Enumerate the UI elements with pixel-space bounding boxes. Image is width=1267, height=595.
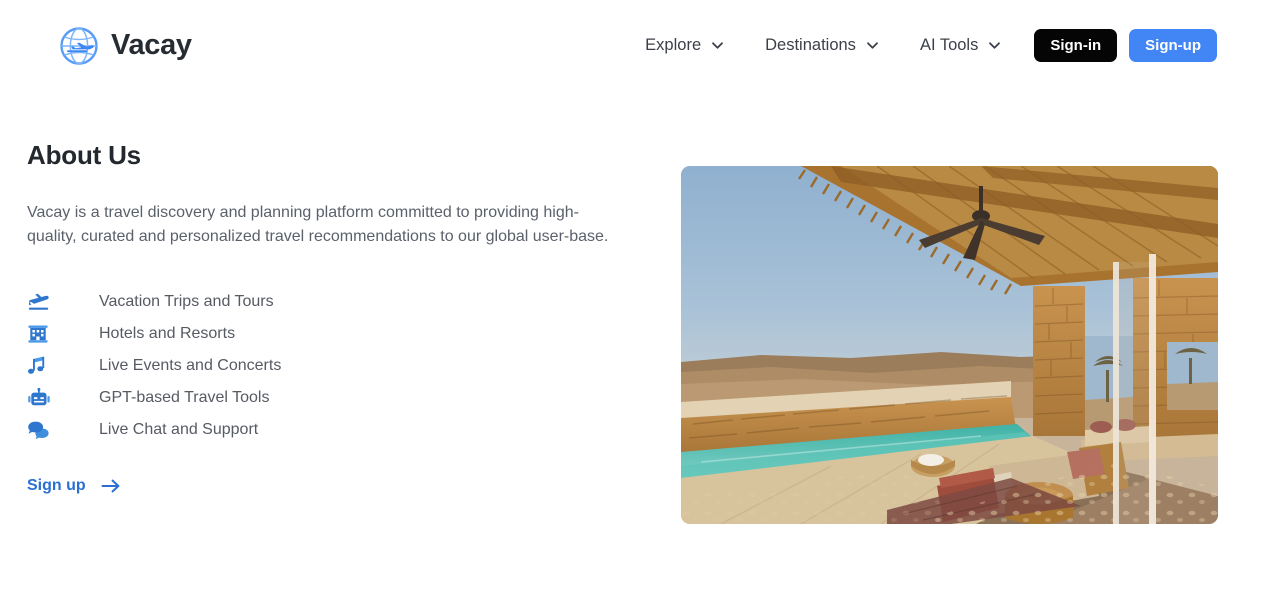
nav-item-label: Explore	[645, 36, 702, 54]
auth-actions: Sign-in Sign-up	[1034, 29, 1217, 62]
feature-label: Live Chat and Support	[99, 421, 259, 438]
feature-label: GPT-based Travel Tools	[99, 389, 270, 406]
about-us-page: Vacay Explore Destinations AI Tools Sign…	[0, 0, 1267, 595]
plane-departure-icon	[28, 292, 54, 312]
main-content: About Us Vacay is a travel discovery and…	[0, 91, 1267, 595]
nav-item-ai-tools[interactable]: AI Tools	[900, 28, 1022, 63]
nav-item-explore[interactable]: Explore	[625, 28, 745, 63]
list-item: GPT-based Travel Tools	[27, 382, 627, 414]
nav-item-label: Destinations	[765, 36, 856, 54]
features-list: Vacation Trips and Tours Hotels and Reso…	[27, 286, 627, 446]
about-description: Vacay is a travel discovery and planning…	[27, 204, 609, 245]
chevron-down-icon	[710, 38, 725, 53]
sign-in-button[interactable]: Sign-in	[1034, 29, 1118, 62]
music-note-icon	[28, 356, 54, 376]
feature-label: Hotels and Resorts	[99, 325, 236, 342]
brand-name: Vacay	[111, 29, 192, 61]
main-navigation: Explore Destinations AI Tools	[625, 28, 1022, 63]
feature-label: Live Events and Concerts	[99, 357, 282, 374]
hero-image	[681, 166, 1218, 524]
chevron-down-icon	[865, 38, 880, 53]
feature-label: Vacation Trips and Tours	[99, 293, 274, 310]
hotel-building-icon	[28, 324, 54, 344]
sign-up-button[interactable]: Sign-up	[1129, 29, 1217, 62]
list-item: Live Chat and Support	[27, 414, 627, 446]
nav-item-destinations[interactable]: Destinations	[745, 28, 900, 63]
list-item: Live Events and Concerts	[27, 350, 627, 382]
arrow-right-icon	[101, 476, 121, 496]
sign-up-link-label: Sign up	[27, 477, 86, 494]
chevron-down-icon	[987, 38, 1002, 53]
list-item: Hotels and Resorts	[27, 318, 627, 350]
list-item: Vacation Trips and Tours	[27, 286, 627, 318]
chat-bubbles-icon	[28, 420, 54, 440]
globe-plane-icon	[57, 24, 101, 68]
about-text-column: About Us Vacay is a travel discovery and…	[27, 140, 627, 496]
nav-item-label: AI Tools	[919, 36, 979, 54]
sign-up-link[interactable]: Sign up	[27, 476, 121, 496]
robot-icon	[28, 388, 54, 408]
site-header: Vacay Explore Destinations AI Tools Sign…	[0, 0, 1267, 91]
brand-logo-link[interactable]: Vacay	[57, 24, 192, 68]
page-title: About Us	[27, 140, 141, 170]
